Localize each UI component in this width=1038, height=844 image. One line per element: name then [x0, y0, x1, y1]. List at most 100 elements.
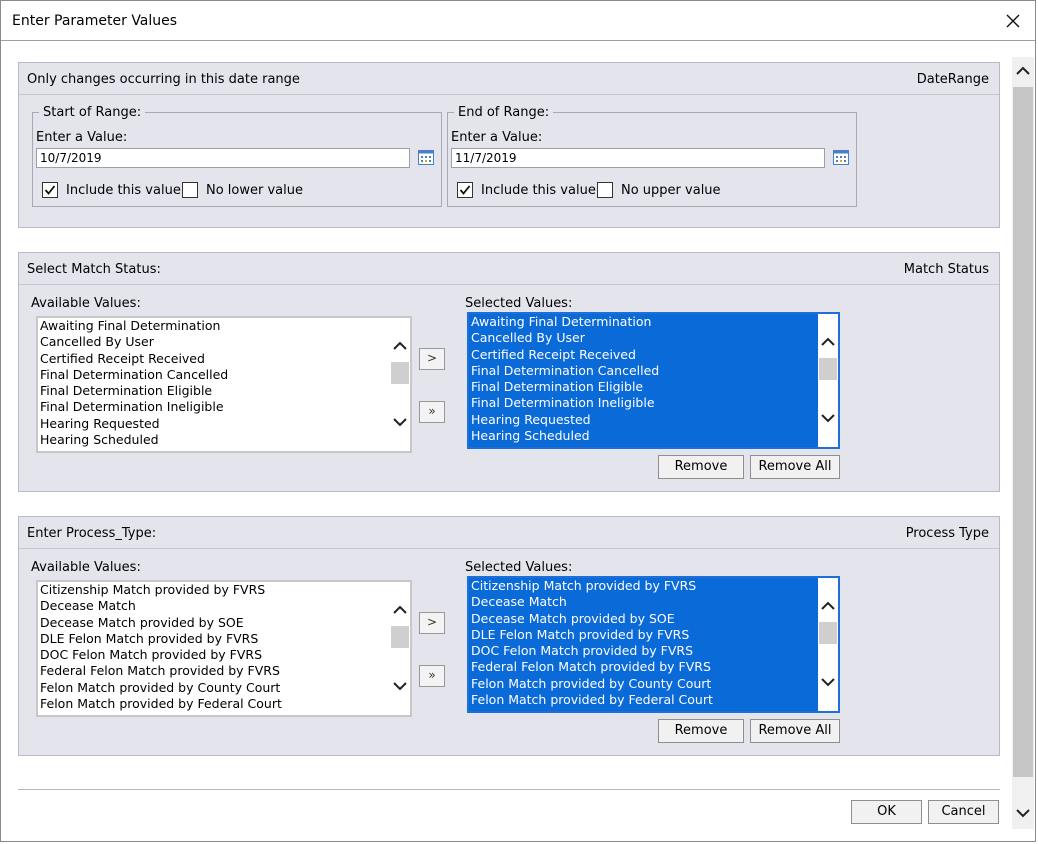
list-item[interactable]: Certified Receipt Received — [38, 351, 410, 367]
list-item[interactable]: Felon Match provided by Federal Court — [38, 696, 410, 712]
add-all-button[interactable]: » — [419, 401, 445, 423]
selected-items: Awaiting Final Determination Cancelled B… — [469, 314, 838, 444]
list-item[interactable]: Final Determination Eligible — [469, 379, 838, 395]
ok-button[interactable]: OK — [851, 800, 922, 824]
start-include-label: Include this value — [66, 183, 181, 198]
process-type-param-name: Process Type — [905, 526, 989, 541]
list-item[interactable]: Decease Match — [469, 594, 838, 610]
end-include-checkbox[interactable] — [457, 182, 473, 198]
no-lower-value-label: No lower value — [206, 183, 303, 198]
start-value-label: Enter a Value: — [36, 130, 128, 145]
chevron-up-icon[interactable] — [820, 598, 836, 614]
match-status-header: Select Match Status: Match Status — [19, 253, 999, 285]
calendar-icon[interactable] — [833, 149, 849, 165]
start-of-range-legend: Start of Range: — [43, 105, 142, 120]
remove-all-button[interactable]: Remove All — [750, 719, 840, 743]
list-item[interactable]: Felon Match provided by Federal Court — [469, 692, 838, 708]
list-item[interactable]: Hearing Requested — [38, 416, 410, 432]
date-range-panel: Only changes occurring in this date rang… — [18, 62, 1000, 228]
list-item[interactable]: Citizenship Match provided by FVRS — [38, 582, 410, 598]
process-type-prompt: Enter Process_Type: — [27, 526, 157, 541]
list-item[interactable]: Decease Match provided by SOE — [469, 611, 838, 627]
list-item[interactable]: Citizenship Match provided by FVRS — [469, 578, 838, 594]
list-scrollbar[interactable] — [390, 582, 410, 715]
dialog-scrollbar[interactable] — [1012, 57, 1034, 829]
available-values-label: Available Values: — [31, 560, 141, 575]
chevron-up-icon[interactable] — [820, 334, 836, 350]
remove-button[interactable]: Remove — [658, 455, 744, 479]
list-item[interactable]: Awaiting Final Determination — [38, 318, 410, 334]
selected-items: Citizenship Match provided by FVRS Decea… — [469, 578, 838, 708]
list-item[interactable]: Felon Match provided by County Court — [469, 676, 838, 692]
chevron-down-icon[interactable] — [392, 414, 408, 430]
scrollbar-thumb[interactable] — [1013, 87, 1033, 777]
chevron-up-icon[interactable] — [392, 602, 408, 618]
list-item[interactable]: Awaiting Final Determination — [469, 314, 838, 330]
parameter-dialog: Enter Parameter Values Only changes occu… — [0, 0, 1036, 842]
list-item[interactable]: Final Determination Cancelled — [38, 367, 410, 383]
match-status-selected-list[interactable]: Awaiting Final Determination Cancelled B… — [467, 312, 840, 449]
chevron-down-icon[interactable] — [820, 410, 836, 426]
add-all-button[interactable]: » — [419, 665, 445, 687]
chevron-up-icon[interactable] — [1015, 63, 1031, 79]
chevron-up-icon[interactable] — [392, 338, 408, 354]
end-date-input[interactable] — [451, 148, 825, 168]
list-item[interactable]: DLE Felon Match provided by FVRS — [38, 631, 410, 647]
dialog-title: Enter Parameter Values — [12, 13, 178, 29]
list-item[interactable]: DOC Felon Match provided by FVRS — [469, 643, 838, 659]
start-date-input[interactable] — [36, 148, 410, 168]
process-type-panel: Enter Process_Type: Process Type Availab… — [18, 516, 1000, 756]
list-scroll-thumb[interactable] — [391, 362, 409, 384]
chevron-down-icon[interactable] — [392, 678, 408, 694]
cancel-button[interactable]: Cancel — [928, 800, 999, 824]
no-upper-value-checkbox[interactable] — [597, 182, 613, 198]
footer-separator — [18, 789, 1000, 790]
list-item[interactable]: Final Determination Ineligible — [469, 395, 838, 411]
list-item[interactable]: Certified Receipt Received — [469, 347, 838, 363]
remove-all-button[interactable]: Remove All — [750, 455, 840, 479]
match-status-param-name: Match Status — [903, 262, 989, 277]
match-status-available-list[interactable]: Awaiting Final Determination Cancelled B… — [36, 316, 412, 453]
list-item[interactable]: Federal Felon Match provided by FVRS — [38, 663, 410, 679]
list-item[interactable]: Cancelled By User — [469, 330, 838, 346]
list-item[interactable]: Final Determination Ineligible — [38, 399, 410, 415]
start-include-checkbox[interactable] — [42, 182, 58, 198]
end-value-label: Enter a Value: — [451, 130, 543, 145]
list-item[interactable]: Cancelled By User — [38, 334, 410, 350]
list-scrollbar[interactable] — [818, 314, 838, 447]
list-item[interactable]: DLE Felon Match provided by FVRS — [469, 627, 838, 643]
add-button[interactable]: > — [419, 348, 445, 370]
chevron-down-icon[interactable] — [1015, 805, 1031, 821]
list-scrollbar[interactable] — [390, 318, 410, 451]
match-status-panel: Select Match Status: Match Status Availa… — [18, 252, 1000, 492]
add-button[interactable]: > — [419, 612, 445, 634]
list-scrollbar[interactable] — [818, 578, 838, 711]
available-values-label: Available Values: — [31, 296, 141, 311]
available-items: Awaiting Final Determination Cancelled B… — [38, 318, 410, 448]
chevron-down-icon[interactable] — [820, 674, 836, 690]
no-lower-value-checkbox[interactable] — [182, 182, 198, 198]
list-item[interactable]: Hearing Requested — [469, 412, 838, 428]
list-item[interactable]: DOC Felon Match provided by FVRS — [38, 647, 410, 663]
list-item[interactable]: Final Determination Cancelled — [469, 363, 838, 379]
process-type-available-list[interactable]: Citizenship Match provided by FVRS Decea… — [36, 580, 412, 717]
checkmark-icon — [44, 185, 56, 195]
selected-values-label: Selected Values: — [465, 296, 573, 311]
list-item[interactable]: Decease Match — [38, 598, 410, 614]
close-button[interactable] — [999, 7, 1027, 35]
list-item[interactable]: Federal Felon Match provided by FVRS — [469, 659, 838, 675]
list-item[interactable]: Hearing Scheduled — [38, 432, 410, 448]
no-upper-value-label: No upper value — [621, 183, 721, 198]
remove-button[interactable]: Remove — [658, 719, 744, 743]
list-scroll-thumb[interactable] — [391, 626, 409, 648]
list-scroll-thumb[interactable] — [819, 622, 837, 644]
list-item[interactable]: Final Determination Eligible — [38, 383, 410, 399]
calendar-icon[interactable] — [418, 149, 434, 165]
list-item[interactable]: Hearing Scheduled — [469, 428, 838, 444]
date-range-header: Only changes occurring in this date rang… — [19, 63, 999, 95]
list-item[interactable]: Decease Match provided by SOE — [38, 615, 410, 631]
list-scroll-thumb[interactable] — [819, 358, 837, 380]
checkmark-icon — [459, 185, 471, 195]
list-item[interactable]: Felon Match provided by County Court — [38, 680, 410, 696]
process-type-selected-list[interactable]: Citizenship Match provided by FVRS Decea… — [467, 576, 840, 713]
